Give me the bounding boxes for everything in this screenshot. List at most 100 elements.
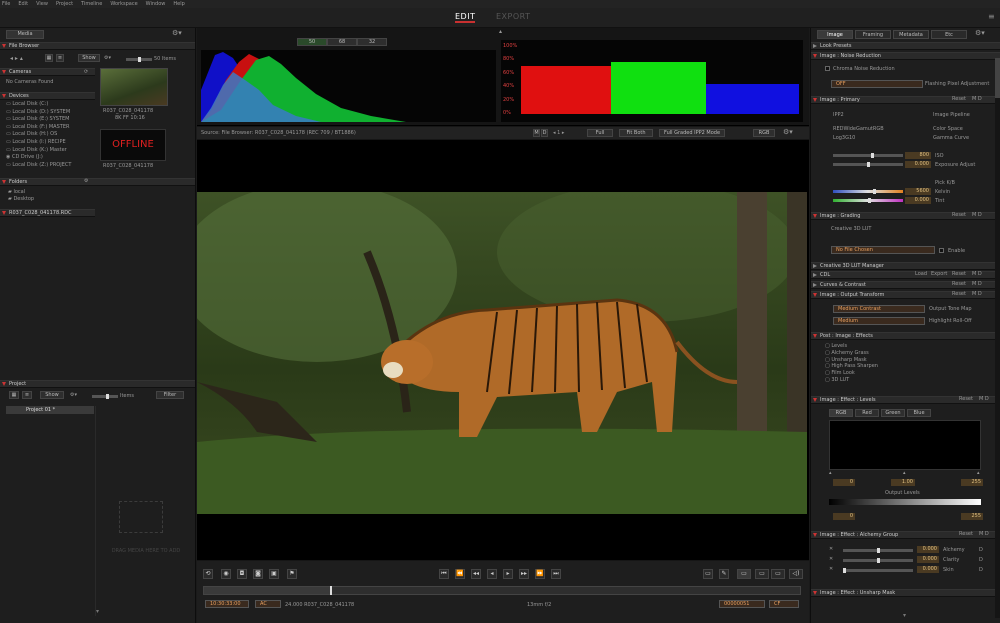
gear-icon[interactable]: ⚙▾ [172, 29, 182, 37]
thumb-size-slider[interactable] [126, 57, 152, 62]
levels-md-button[interactable]: M D [979, 396, 989, 402]
playhead[interactable] [330, 586, 332, 595]
grid-view-icon[interactable]: ▦ [45, 54, 53, 62]
d-button[interactable]: D [541, 129, 548, 137]
tab-framing[interactable]: Framing [855, 30, 891, 39]
lut-enable-checkbox[interactable] [939, 248, 944, 253]
alchemy-md-button[interactable]: M D [979, 531, 989, 537]
clip-icon[interactable]: ◙ [253, 569, 263, 579]
menu-help[interactable]: Help [173, 1, 184, 7]
output-reset-button[interactable]: Reset [952, 291, 966, 297]
folder-item[interactable]: ▰ local [8, 189, 25, 195]
step-forward-icon[interactable]: ▸▸ [519, 569, 529, 579]
cdl-reset-button[interactable]: Reset [952, 271, 966, 277]
folder-gear-icon[interactable]: ⚙ [84, 178, 88, 184]
menu-file[interactable]: File [2, 1, 10, 7]
alchemy-reset-button[interactable]: Reset [959, 531, 973, 537]
levels-reset-button[interactable]: Reset [959, 396, 973, 402]
fit-dropdown[interactable]: Full [587, 129, 613, 137]
clarity-value[interactable]: 0.000 [917, 556, 939, 563]
d-button[interactable]: D [979, 557, 983, 563]
audio-icon[interactable]: ◁) [789, 569, 803, 579]
edit-tab[interactable]: EDIT [455, 12, 476, 23]
effect-item[interactable]: ▢ 3D LUT [825, 377, 878, 384]
device-item[interactable]: ▭ Local Disk (E:) SYSTEM [6, 116, 96, 124]
levels-tab-red[interactable]: Red [855, 409, 879, 417]
menu-project[interactable]: Project [56, 1, 73, 7]
pick-kb-button[interactable]: Pick K/B [935, 180, 955, 186]
grading-md-button[interactable]: M D [972, 212, 982, 218]
show-dropdown[interactable]: Show [78, 54, 100, 62]
alchemy-value[interactable]: 0.000 [917, 546, 939, 553]
close-icon[interactable]: ✕ [829, 566, 833, 572]
next-clip-icon[interactable]: ⏩ [535, 569, 545, 579]
lut-manager-header[interactable]: Creative 3D LUT Manager [811, 262, 1000, 270]
tab-metadata[interactable]: Metadata [893, 30, 929, 39]
loop-icon[interactable]: ⟲ [203, 569, 213, 579]
skin-value[interactable]: 0.000 [917, 566, 939, 573]
frame-field[interactable]: 00000051 [719, 600, 765, 608]
view-split-icon[interactable]: ▭ [755, 569, 769, 579]
levels-gamma-handle[interactable]: ▴ [903, 470, 906, 476]
levels-tab-green[interactable]: Green [881, 409, 905, 417]
right-collapse-icon[interactable]: ▾ [903, 612, 906, 619]
step-back-icon[interactable]: ◂◂ [471, 569, 481, 579]
levels-tab-blue[interactable]: Blue [907, 409, 931, 417]
effect-item[interactable]: ▢ Film Look [825, 370, 878, 377]
skin-slider[interactable] [843, 568, 913, 573]
curves-md-button[interactable]: M D [972, 281, 982, 287]
close-icon[interactable]: ✕ [829, 556, 833, 562]
levels-black-value[interactable]: 0 [833, 479, 855, 486]
collapse-arrow-icon[interactable]: ▾ [96, 608, 99, 615]
cameras-header[interactable]: Cameras [0, 68, 95, 76]
tonemap-dropdown[interactable]: Medium Contrast [833, 305, 925, 313]
alchemy-slider[interactable] [843, 548, 913, 553]
play-icon[interactable]: ▸ [503, 569, 513, 579]
nav-arrows-icon[interactable]: ◂ ▸ ▴ [10, 55, 23, 62]
primary-reset-button[interactable]: Reset [952, 96, 966, 102]
page-controls-icon[interactable]: ◂ 1 ▸ [553, 130, 564, 136]
go-end-icon[interactable]: ⏭ [551, 569, 561, 579]
close-icon[interactable]: ✕ [829, 546, 833, 552]
curves-reset-button[interactable]: Reset [952, 281, 966, 287]
export-tab[interactable]: EXPORT [496, 12, 531, 21]
device-item[interactable]: ▭ Local Disk (K:) Master [6, 147, 96, 155]
tab-image[interactable]: Image [817, 30, 853, 39]
graded-mode-dropdown[interactable]: Full Graded IPP2 Mode [659, 129, 725, 137]
file-browser-header[interactable]: File Browser [0, 42, 195, 50]
iso-slider[interactable] [833, 153, 903, 158]
hamburger-icon[interactable]: ≡ [988, 12, 995, 21]
fit-both-dropdown[interactable]: Fit Both [619, 129, 653, 137]
folder-item[interactable]: ▰ Desktop [8, 196, 34, 202]
effect-item[interactable]: ▢ Alchemy Grass [825, 350, 878, 357]
tint-slider[interactable] [833, 198, 903, 203]
pen-icon[interactable]: ✎ [719, 569, 729, 579]
collapse-up-icon[interactable]: ▴ [499, 28, 502, 35]
export-frame-icon[interactable]: ▣ [269, 569, 279, 579]
device-item[interactable]: ▭ Local Disk (C:) [6, 101, 96, 109]
unsharp-header[interactable]: Image : Effect : Unsharp Mask [811, 589, 1000, 597]
menu-view[interactable]: View [36, 1, 48, 7]
tab-etc[interactable]: Etc [931, 30, 967, 39]
cdl-export-button[interactable]: Export [931, 271, 947, 277]
effect-item[interactable]: ▢ High Pass Sharpen [825, 363, 878, 370]
flashing-pixel-dropdown[interactable]: OFF [831, 80, 923, 88]
ac-dropdown[interactable]: AC [255, 600, 281, 608]
right-scrollbar[interactable] [995, 58, 1000, 618]
menu-edit[interactable]: Edit [18, 1, 28, 7]
filter-dropdown[interactable]: Filter [156, 391, 184, 399]
play-reverse-icon[interactable]: ◂ [487, 569, 497, 579]
levels-white-value[interactable]: 255 [961, 479, 983, 486]
drop-zone[interactable]: DRAG MEDIA HERE TO ADD [95, 406, 195, 616]
d-button[interactable]: D [979, 567, 983, 573]
viewer[interactable] [197, 140, 809, 560]
look-presets-header[interactable]: Look Presets [811, 42, 1000, 50]
output-md-button[interactable]: M D [972, 291, 982, 297]
viewer-settings-icon[interactable]: ⚙▾ [783, 128, 793, 136]
clarity-slider[interactable] [843, 558, 913, 563]
view-single-icon[interactable]: ▭ [737, 569, 751, 579]
folders-header[interactable]: Folders [0, 178, 195, 186]
output-black-value[interactable]: 0 [833, 513, 855, 520]
device-item[interactable]: ▭ Local Disk (D:) SYSTEM [6, 109, 96, 117]
scope-tab[interactable]: 50 [297, 38, 327, 46]
